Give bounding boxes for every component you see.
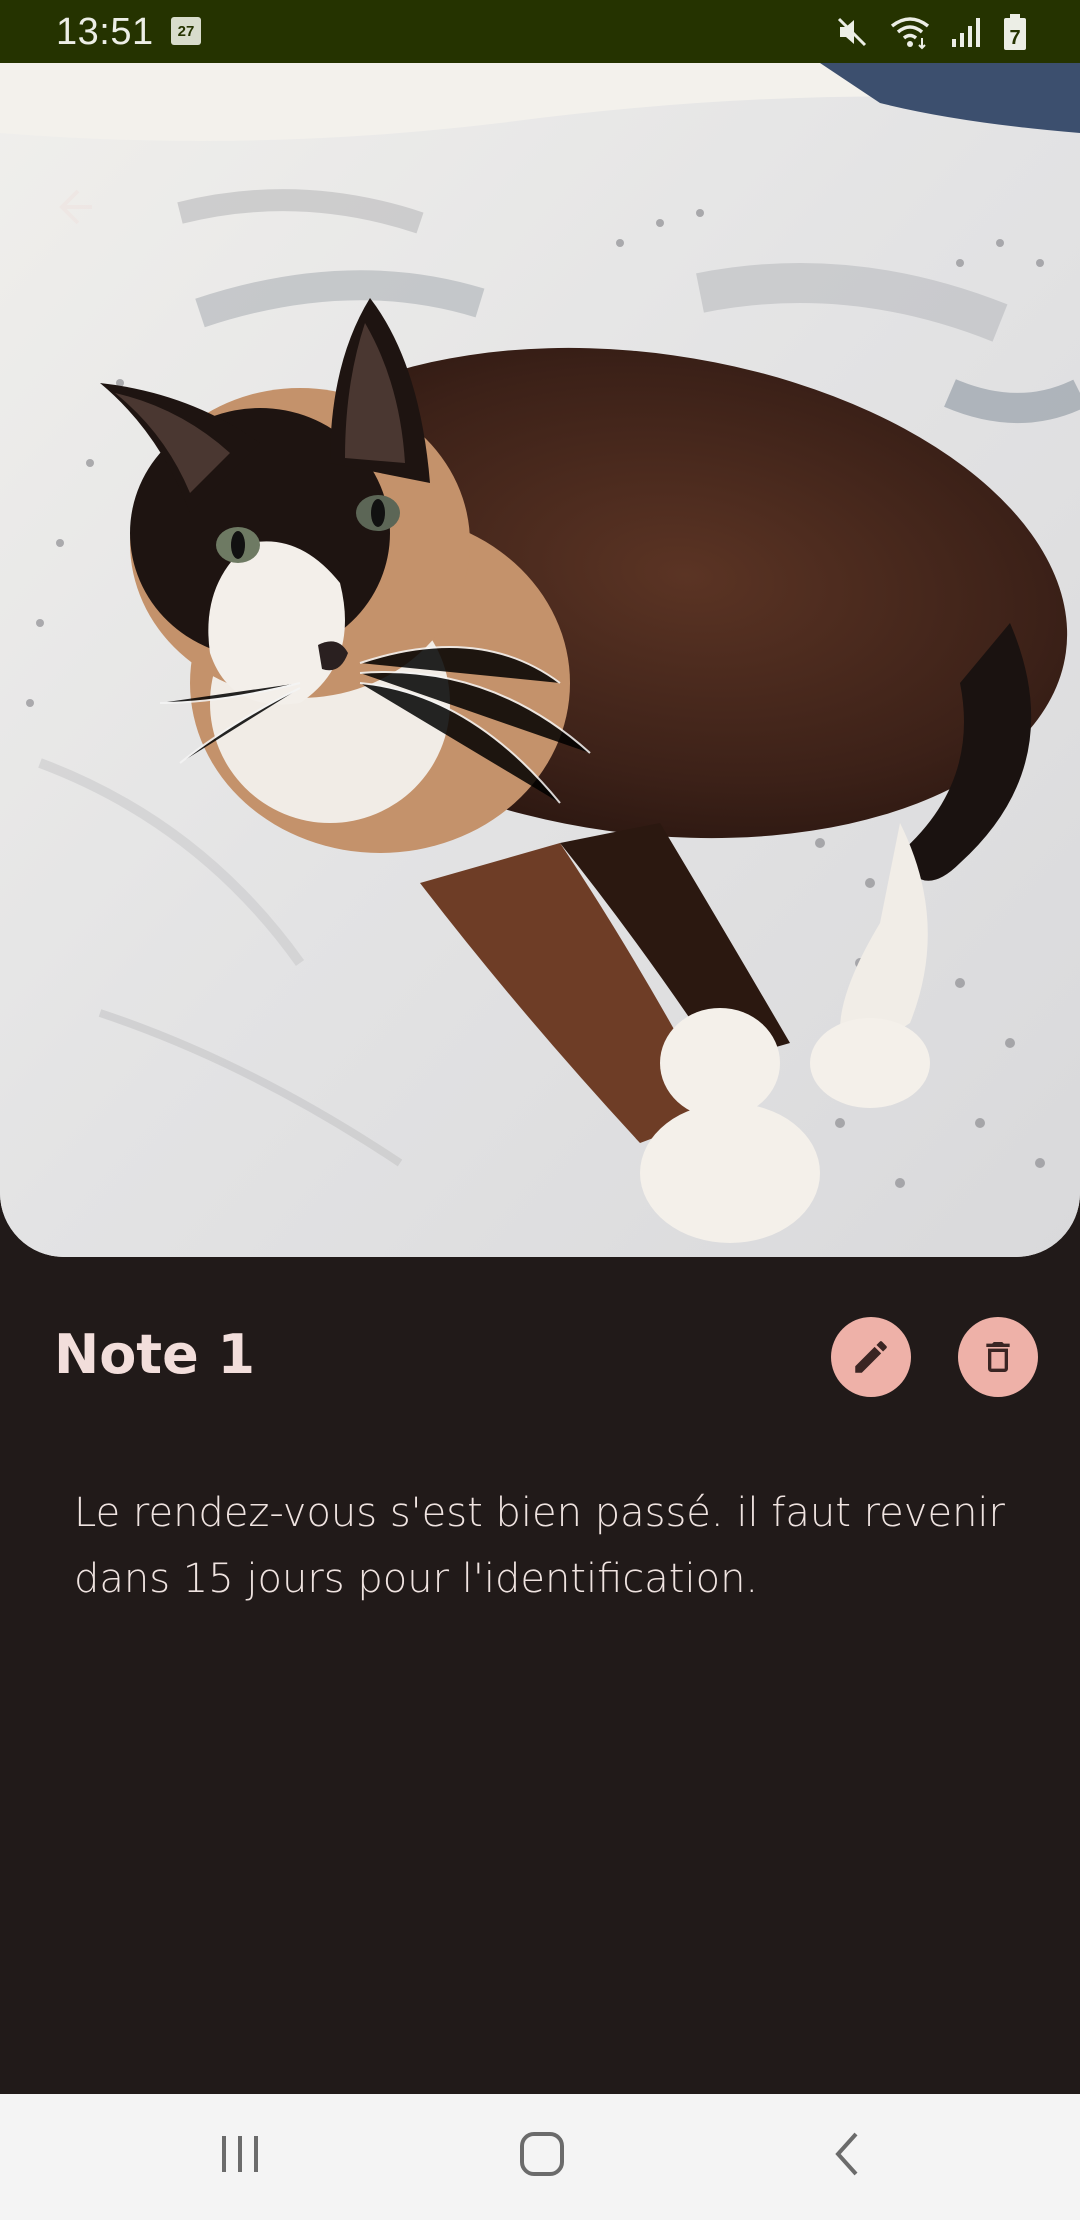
delete-button[interactable]: [958, 1317, 1038, 1397]
home-icon[interactable]: [518, 2128, 566, 2180]
pencil-icon: [855, 1341, 887, 1373]
status-icons: 7: [834, 14, 1028, 50]
note-body: Le rendez-vous s'est bien passé. il faut…: [74, 1490, 1005, 1602]
status-bar: 13:51 27 7: [0, 0, 1080, 63]
status-time: 13:51: [56, 11, 154, 53]
signal-icon: [952, 18, 980, 47]
wifi-icon: [890, 17, 930, 50]
cat-photo-image: [0, 63, 1080, 1257]
note-title: Note 1: [54, 1323, 256, 1386]
recents-icon[interactable]: [218, 2128, 262, 2180]
trash-icon: [986, 1342, 1010, 1372]
back-icon[interactable]: [826, 2128, 866, 2180]
back-arrow-icon[interactable]: [48, 183, 96, 231]
cat-photo: [0, 63, 1080, 1257]
edit-button[interactable]: [831, 1317, 911, 1397]
svg-text:7: 7: [1009, 27, 1020, 49]
mute-icon: [837, 17, 867, 47]
navigation-bar: [0, 2094, 1080, 2220]
battery-icon: 7: [1004, 14, 1026, 50]
calendar-icon: 27: [171, 17, 201, 45]
